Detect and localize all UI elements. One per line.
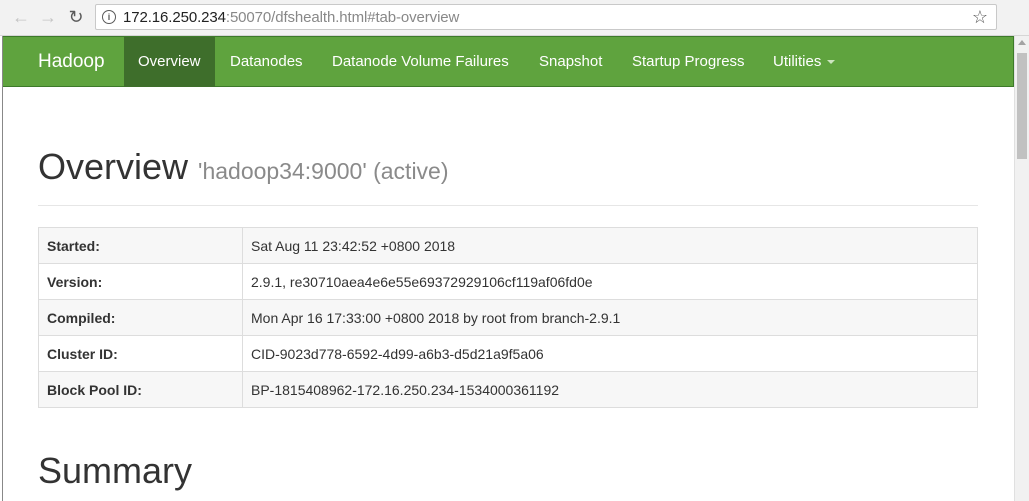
table-row: Cluster ID: CID-9023d778-6592-4d99-a6b3-… bbox=[38, 335, 978, 372]
table-row: Block Pool ID: BP-1815408962-172.16.250.… bbox=[38, 371, 978, 408]
forward-button[interactable]: → bbox=[38, 7, 58, 27]
row-label: Version: bbox=[38, 263, 243, 300]
table-row: Compiled: Mon Apr 16 17:33:00 +0800 2018… bbox=[38, 299, 978, 336]
caret-down-icon bbox=[827, 60, 836, 65]
nav-item-utilities[interactable]: Utilities bbox=[759, 37, 849, 87]
nav-item-datanodes[interactable]: Datanodes bbox=[216, 37, 317, 87]
scroll-up-arrow-icon[interactable] bbox=[1018, 40, 1026, 45]
nav-item-utilities-label: Utilities bbox=[773, 53, 822, 70]
row-label: Started: bbox=[38, 227, 243, 264]
url-host: 172.16.250.234 bbox=[123, 9, 226, 26]
page-viewport: Hadoop Overview Datanodes Datanode Volum… bbox=[2, 36, 1015, 501]
row-value: BP-1815408962-172.16.250.234-15340003611… bbox=[242, 371, 978, 408]
reload-icon: ↻ bbox=[68, 7, 84, 27]
nav-item-snapshot[interactable]: Snapshot bbox=[525, 37, 616, 87]
star-icon[interactable]: ☆ bbox=[972, 7, 988, 27]
browser-toolbar: ← → ↻ i 172.16.250.234:50070/dfshealth.h… bbox=[0, 0, 1029, 36]
url-text[interactable]: 172.16.250.234:50070/dfshealth.html#tab-… bbox=[123, 9, 459, 26]
table-row: Started: Sat Aug 11 23:42:52 +0800 2018 bbox=[38, 227, 978, 264]
divider bbox=[38, 205, 978, 206]
navbar: Hadoop Overview Datanodes Datanode Volum… bbox=[3, 36, 1014, 87]
row-label: Block Pool ID: bbox=[38, 371, 243, 408]
address-bar[interactable]: i 172.16.250.234:50070/dfshealth.html#ta… bbox=[95, 4, 997, 30]
summary-heading: Summary bbox=[38, 450, 193, 491]
url-path: :50070/dfshealth.html#tab-overview bbox=[225, 9, 460, 26]
nav-item-overview[interactable]: Overview bbox=[124, 37, 215, 87]
overview-table: Started: Sat Aug 11 23:42:52 +0800 2018 … bbox=[38, 227, 978, 408]
arrow-left-icon: ← bbox=[12, 7, 30, 27]
page-subtitle: 'hadoop34:9000' (active) bbox=[198, 158, 449, 184]
row-value: CID-9023d778-6592-4d99-a6b3-d5d21a9f5a06 bbox=[242, 335, 978, 372]
vertical-scrollbar[interactable] bbox=[1014, 36, 1029, 501]
brand-link[interactable]: Hadoop bbox=[38, 37, 105, 87]
reload-button[interactable]: ↻ bbox=[66, 7, 86, 27]
scrollbar-thumb[interactable] bbox=[1017, 53, 1027, 159]
back-button[interactable]: ← bbox=[11, 7, 31, 27]
row-value: 2.9.1, re30710aea4e6e55e69372929106cf119… bbox=[242, 263, 978, 300]
table-row: Version: 2.9.1, re30710aea4e6e55e6937292… bbox=[38, 263, 978, 300]
row-label: Compiled: bbox=[38, 299, 243, 336]
arrow-right-icon: → bbox=[39, 7, 57, 27]
row-value: Sat Aug 11 23:42:52 +0800 2018 bbox=[242, 227, 978, 264]
page-title-text: Overview bbox=[38, 146, 189, 187]
row-value: Mon Apr 16 17:33:00 +0800 2018 by root f… bbox=[242, 299, 978, 336]
nav-item-startup-progress[interactable]: Startup Progress bbox=[618, 37, 759, 87]
info-icon[interactable]: i bbox=[102, 10, 116, 24]
row-label: Cluster ID: bbox=[38, 335, 243, 372]
page-title: Overview 'hadoop34:9000' (active) bbox=[38, 146, 449, 188]
nav-item-datanode-volume-failures[interactable]: Datanode Volume Failures bbox=[318, 37, 523, 87]
